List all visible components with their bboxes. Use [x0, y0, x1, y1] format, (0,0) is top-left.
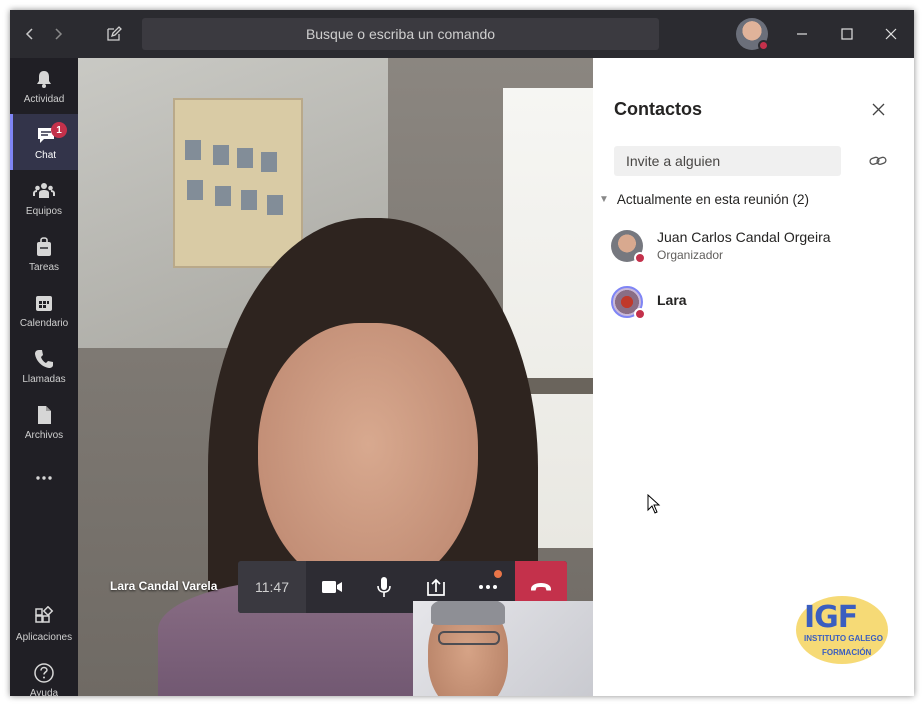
panel-title: Contactos: [614, 99, 703, 119]
microphone-icon: [377, 577, 391, 597]
chevron-left-icon[interactable]: [16, 20, 44, 48]
self-view-video[interactable]: [413, 601, 593, 696]
chevron-right-icon[interactable]: [44, 20, 72, 48]
participant-role: Organizador: [657, 248, 724, 262]
more-icon: [36, 476, 52, 480]
rail-item-archivos[interactable]: Archivos: [10, 394, 78, 450]
calendar-icon: [36, 295, 52, 311]
call-timer: 11:47: [238, 561, 306, 613]
more-icon: [479, 585, 497, 589]
minimize-button[interactable]: [787, 20, 817, 48]
video-background: [173, 98, 303, 268]
self-hair: [431, 601, 505, 625]
hangup-icon: [531, 583, 551, 591]
invite-placeholder: Invite a alguien: [626, 153, 721, 169]
rail-item-tareas[interactable]: Tareas: [10, 226, 78, 282]
logo-text: IGF: [804, 600, 858, 635]
rail-label: Llamadas: [22, 373, 66, 385]
participant-video: [258, 323, 478, 593]
close-icon[interactable]: [867, 98, 889, 120]
bell-icon: [37, 70, 51, 88]
rail-label: Tareas: [28, 261, 59, 273]
rail-item-actividad[interactable]: Actividad: [10, 58, 78, 114]
rail-item-llamadas[interactable]: Llamadas: [10, 338, 78, 394]
teams-window: Busque o escriba un comando Actividad 1 …: [10, 10, 914, 696]
search-placeholder: Busque o escriba un comando: [305, 26, 496, 42]
status-badge: [634, 308, 646, 320]
rail-label: Equipos: [25, 205, 63, 217]
section-label: Actualmente en esta reunión (2): [616, 192, 810, 207]
participant-name-label: Lara Candal Varela: [110, 579, 218, 593]
rail-item-ayuda[interactable]: Ayuda: [10, 652, 78, 696]
maximize-button[interactable]: [832, 20, 862, 48]
in-meeting-section[interactable]: ▼ Actualmente en esta reunión (2): [599, 192, 809, 207]
status-badge: [758, 40, 769, 51]
rail-item-more[interactable]: [10, 450, 78, 506]
participant-name: Lara: [657, 292, 687, 308]
close-window-button[interactable]: [876, 20, 906, 48]
help-icon: [34, 662, 54, 683]
microphone-button[interactable]: [358, 561, 410, 613]
rail-label: Actividad: [23, 93, 65, 105]
rail-label: Aplicaciones: [15, 631, 73, 643]
rail-label: Chat: [34, 149, 57, 161]
logo-text: INSTITUTO GALEGO: [804, 634, 883, 643]
bag-icon: [37, 236, 51, 256]
notification-dot: [494, 570, 502, 578]
rail-label: Calendario: [19, 317, 69, 329]
participant-name: Juan Carlos Candal Orgeira: [657, 229, 831, 245]
igf-logo: IGF INSTITUTO GALEGO FORMACIÓN: [790, 590, 894, 670]
mouse-cursor-icon: [647, 494, 661, 514]
participant-row[interactable]: Lara: [611, 282, 901, 326]
camera-icon: [322, 581, 342, 593]
rail-label: Ayuda: [29, 687, 59, 697]
rail-item-equipos[interactable]: Equipos: [10, 170, 78, 226]
chat-badge: 1: [51, 122, 67, 138]
phone-icon: [35, 349, 53, 368]
search-input[interactable]: Busque o escriba un comando: [142, 18, 659, 50]
rail-label: Archivos: [24, 429, 64, 441]
logo-text: FORMACIÓN: [822, 648, 872, 657]
video-stage[interactable]: Lara Candal Varela 11:47: [78, 58, 593, 696]
rail-item-chat[interactable]: 1 Chat: [10, 114, 78, 170]
app-rail: Actividad 1 Chat Equipos Tareas Calendar…: [10, 58, 78, 696]
camera-button[interactable]: [306, 561, 358, 613]
link-icon[interactable]: [867, 150, 889, 172]
participant-row[interactable]: Juan Carlos Candal Orgeira Organizador: [611, 226, 901, 270]
file-icon: [38, 405, 51, 424]
status-badge: [634, 252, 646, 264]
teams-icon: [33, 182, 55, 198]
apps-icon: [35, 605, 54, 623]
rail-item-aplicaciones[interactable]: Aplicaciones: [10, 596, 78, 652]
title-bar: Busque o escriba un comando: [10, 10, 914, 58]
share-screen-icon: [427, 578, 445, 596]
self-glasses: [438, 631, 500, 645]
chevron-down-icon: ▼: [599, 194, 609, 205]
compose-icon[interactable]: [100, 20, 128, 48]
rail-item-calendario[interactable]: Calendario: [10, 282, 78, 338]
invite-input[interactable]: Invite a alguien: [614, 146, 841, 176]
